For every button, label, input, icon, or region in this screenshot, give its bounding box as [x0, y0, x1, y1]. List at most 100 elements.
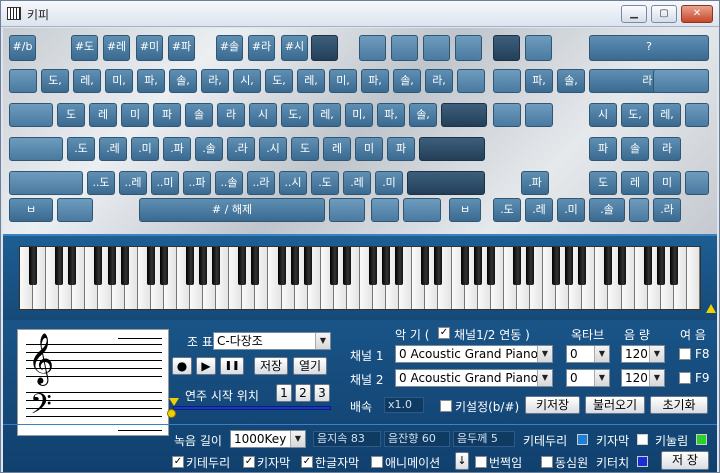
keyboard-key[interactable]: .레	[99, 137, 127, 161]
keyboard-key[interactable]: 레,	[73, 69, 101, 93]
position-slider-track[interactable]	[173, 406, 331, 410]
reset-button[interactable]: 초기화	[650, 396, 708, 414]
piano-black-key[interactable]	[669, 247, 678, 285]
keyboard-key[interactable]: 도	[589, 171, 617, 195]
keyboard-key[interactable]: .미	[375, 171, 403, 195]
position-marker-icon[interactable]	[169, 398, 179, 406]
keyboard-key-blank[interactable]	[423, 35, 450, 61]
keyboard-key[interactable]: ㅂ	[449, 198, 481, 222]
keyboard-key[interactable]: 도	[57, 103, 85, 127]
key-setting-checkbox[interactable]	[440, 400, 452, 412]
keyboard-key[interactable]: 미	[653, 171, 681, 195]
keyboard-key-blank[interactable]	[685, 103, 709, 127]
keyboard-key[interactable]: 솔	[185, 103, 213, 127]
keyboard-key[interactable]: .파	[163, 137, 191, 161]
piano-black-key[interactable]	[94, 247, 103, 285]
keyboard-key[interactable]: 솔,	[409, 103, 437, 127]
channel-link-checkbox[interactable]: ✓	[438, 327, 450, 339]
keyboard-key[interactable]: #도	[71, 35, 98, 61]
piano-black-key[interactable]	[656, 247, 665, 285]
keyboard-key[interactable]: 솔	[621, 137, 649, 161]
flash-checkbox[interactable]	[475, 456, 487, 468]
keyboard-key[interactable]: .도	[493, 198, 521, 222]
channel-1-octave-select[interactable]: 0 ▼	[566, 345, 610, 363]
keyboard-key[interactable]: 파	[387, 137, 415, 161]
save-settings-button[interactable]: 저 장	[661, 451, 709, 470]
channel-1-volume-select[interactable]: 120 ▼	[621, 345, 665, 363]
piano-black-key[interactable]	[526, 247, 534, 285]
piano-white-key[interactable]	[686, 247, 700, 309]
keyboard-key[interactable]: .레	[343, 171, 371, 195]
key-caption-color-swatch[interactable]	[637, 434, 648, 445]
keyboard-key[interactable]: #솔	[216, 35, 243, 61]
keyboard-key-blank[interactable]	[359, 35, 386, 61]
keyboard-key[interactable]: ..도	[87, 171, 115, 195]
keyboard-key-blank[interactable]	[525, 103, 553, 127]
keyboard-key[interactable]: 미	[121, 103, 149, 127]
piano-black-key[interactable]	[512, 247, 521, 285]
piano-black-key[interactable]	[212, 247, 221, 285]
piano-black-key[interactable]	[159, 247, 168, 285]
piano-black-key[interactable]	[604, 247, 613, 285]
piano-black-key[interactable]	[395, 247, 404, 285]
keyboard-key[interactable]: 도,	[621, 103, 649, 127]
piano-black-key[interactable]	[251, 247, 260, 285]
piano-black-key[interactable]	[382, 247, 391, 285]
keyboard-key[interactable]: .솔	[195, 137, 223, 161]
keyboard-key-blank[interactable]	[329, 198, 365, 222]
keyboard-key-blank[interactable]	[9, 103, 53, 127]
keyboard-key-blank[interactable]	[493, 35, 520, 61]
keyboard-key[interactable]: 시	[249, 103, 277, 127]
keyboard-key[interactable]: 솔,	[557, 69, 585, 93]
note-reverb-value[interactable]: 음잔향 60	[384, 431, 450, 447]
keyboard-key[interactable]: 레	[89, 103, 117, 127]
keyboard-key[interactable]: .라	[227, 137, 255, 161]
keyboard-key[interactable]: ㅂ	[9, 198, 53, 222]
keyboard-key-blank[interactable]	[441, 103, 487, 127]
piano-black-key[interactable]	[473, 247, 482, 285]
piano-black-key[interactable]	[369, 247, 378, 285]
piano-black-key[interactable]	[578, 247, 587, 285]
piano-black-key[interactable]	[277, 247, 286, 285]
keyboard-key-blank[interactable]	[391, 35, 418, 61]
piano-black-key[interactable]	[329, 247, 338, 285]
keyboard-key[interactable]: 미,	[329, 69, 357, 93]
keyboard-key[interactable]: 라	[217, 103, 245, 127]
keyboard-key-blank[interactable]	[407, 171, 485, 195]
keyboard-key[interactable]: 레	[323, 137, 351, 161]
keyboard-key-blank[interactable]	[457, 69, 485, 93]
keyboard-key[interactable]: #시	[281, 35, 308, 61]
keyboard-key[interactable]: ..솔	[215, 171, 243, 195]
keyboard-key[interactable]: #라	[248, 35, 275, 61]
keyboard-key[interactable]: 시	[589, 103, 617, 127]
hangul-caption-checkbox[interactable]: ✓	[301, 456, 313, 468]
keyboard-key[interactable]: #레	[103, 35, 130, 61]
keyboard-key[interactable]: 도	[291, 137, 319, 161]
keyboard-key[interactable]: 레,	[297, 69, 325, 93]
channel-1-instrument-select[interactable]: 0 Acoustic Grand Piano ▼	[395, 345, 553, 363]
key-signature-select[interactable]: C-다장조 ▼	[213, 332, 331, 350]
piano-black-key[interactable]	[303, 247, 312, 285]
piano-black-key[interactable]	[199, 247, 208, 285]
keyboard-key[interactable]: .미	[557, 198, 585, 222]
f8-sustain-checkbox[interactable]	[679, 348, 691, 360]
keyboard-key-blank[interactable]	[9, 69, 37, 93]
channel-2-volume-select[interactable]: 120 ▼	[621, 369, 665, 387]
keyboard-key-blank[interactable]	[9, 171, 83, 195]
key-pressed-color-swatch[interactable]	[696, 434, 707, 445]
piano-black-key[interactable]	[460, 247, 469, 285]
keyboard-key-blank[interactable]	[493, 103, 521, 127]
keyboard-key[interactable]: 파,	[361, 69, 389, 93]
start-position-1-button[interactable]: 1	[276, 384, 292, 402]
pause-button[interactable]: ❚❚	[220, 357, 244, 375]
note-duration-value[interactable]: 음지속 83	[313, 431, 381, 447]
keyboard-key-blank[interactable]	[493, 69, 521, 93]
keyboard-key-blank[interactable]	[57, 198, 93, 222]
keyboard-key-blank[interactable]	[653, 69, 709, 93]
keyboard-key[interactable]: 레	[621, 171, 649, 195]
keyboard-key[interactable]: ..라	[247, 171, 275, 195]
keyboard-key[interactable]: .레	[525, 198, 553, 222]
close-button[interactable]: ✕	[681, 5, 713, 23]
keyboard-key[interactable]: #미	[136, 35, 163, 61]
piano-black-key[interactable]	[434, 247, 443, 285]
